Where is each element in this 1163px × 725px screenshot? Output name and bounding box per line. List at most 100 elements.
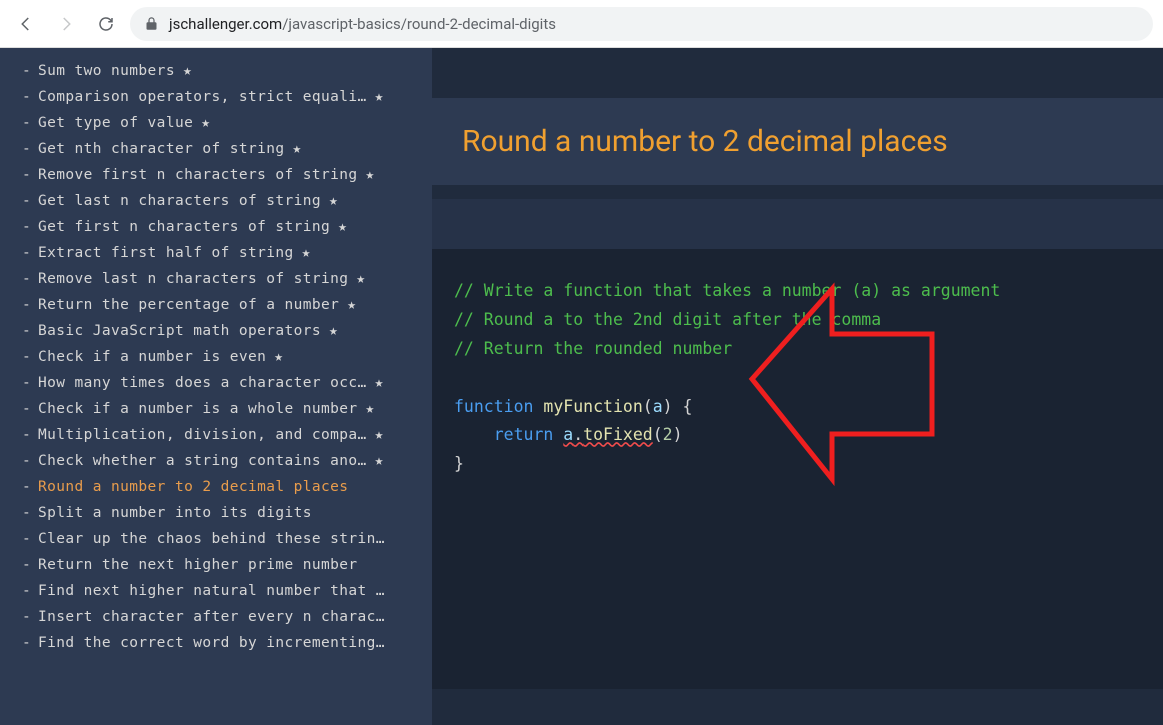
sidebar-item-label: How many times does a character occ…: [38, 375, 367, 391]
sidebar[interactable]: -Sum two numbers★-Comparison operators, …: [0, 48, 432, 725]
sidebar-item[interactable]: -Check whether a string contains ano… ★: [0, 448, 432, 474]
arrow-left-icon: [17, 15, 35, 33]
sidebar-item-label: Clear up the chaos behind these strin…: [38, 531, 385, 547]
sidebar-item[interactable]: -Multiplication, division, and compa… ★: [0, 422, 432, 448]
sidebar-item-label: Remove last n characters of string: [38, 271, 348, 287]
star-icon: ★: [302, 245, 311, 261]
sidebar-item[interactable]: -Remove last n characters of string ★: [0, 266, 432, 292]
reload-button[interactable]: [90, 8, 122, 40]
sidebar-item-label: Multiplication, division, and compa…: [38, 427, 367, 443]
bullet: -: [22, 63, 31, 79]
sidebar-item-label: Check whether a string contains ano…: [38, 453, 367, 469]
sidebar-item-label: Check if a number is a whole number: [38, 401, 358, 417]
star-icon: ★: [366, 401, 375, 417]
star-icon: ★: [201, 115, 210, 131]
code-line-fn-decl: function myFunction(a) {: [454, 393, 1141, 422]
star-icon: ★: [329, 193, 338, 209]
star-icon: ★: [375, 89, 384, 105]
bullet: -: [22, 219, 31, 235]
bullet: -: [22, 167, 31, 183]
sidebar-item[interactable]: -Check if a number is a whole number ★: [0, 396, 432, 422]
bullet: -: [22, 583, 31, 599]
bullet: -: [22, 297, 31, 313]
bullet: -: [22, 427, 31, 443]
code-line-close: }: [454, 450, 1141, 479]
bullet: -: [22, 531, 31, 547]
sidebar-item[interactable]: -Return the next higher prime number: [0, 552, 432, 578]
bullet: -: [22, 141, 31, 157]
sidebar-item[interactable]: -How many times does a character occ… ★: [0, 370, 432, 396]
sidebar-item-label: Comparison operators, strict equali…: [38, 89, 367, 105]
sidebar-item-label: Round a number to 2 decimal places: [38, 479, 348, 495]
sidebar-item-label: Basic JavaScript math operators: [38, 323, 321, 339]
star-icon: ★: [338, 219, 347, 235]
reload-icon: [97, 15, 115, 33]
sidebar-item-label: Get last n characters of string: [38, 193, 321, 209]
star-icon: ★: [293, 141, 302, 157]
bullet: -: [22, 323, 31, 339]
sidebar-item-label: Find next higher natural number that …: [38, 583, 385, 599]
bullet: -: [22, 635, 31, 651]
forward-button[interactable]: [50, 8, 82, 40]
sidebar-item[interactable]: -Split a number into its digits: [0, 500, 432, 526]
sidebar-item[interactable]: -Find next higher natural number that …: [0, 578, 432, 604]
sidebar-item-label: Return the percentage of a number: [38, 297, 339, 313]
sidebar-item-label: Insert character after every n charac…: [38, 609, 385, 625]
sidebar-item-label: Check if a number is even: [38, 349, 266, 365]
sidebar-item-label: Sum two numbers: [38, 63, 175, 79]
sidebar-item[interactable]: -Find the correct word by incrementing…: [0, 630, 432, 656]
code-line-return: return a.toFixed(2): [454, 421, 1141, 450]
sidebar-item-label: Remove first n characters of string: [38, 167, 358, 183]
sidebar-item[interactable]: -Basic JavaScript math operators ★: [0, 318, 432, 344]
sidebar-item[interactable]: -Get type of value★: [0, 110, 432, 136]
bullet: -: [22, 115, 31, 131]
bullet: -: [22, 453, 31, 469]
sidebar-item[interactable]: -Comparison operators, strict equali… ★: [0, 84, 432, 110]
star-icon: ★: [274, 349, 283, 365]
sidebar-item[interactable]: -Check if a number is even ★: [0, 344, 432, 370]
star-icon: ★: [329, 323, 338, 339]
address-bar[interactable]: jschallenger.com/javascript-basics/round…: [130, 7, 1153, 41]
star-icon: ★: [375, 375, 384, 391]
bullet: -: [22, 89, 31, 105]
bullet: -: [22, 375, 31, 391]
bullet: -: [22, 349, 31, 365]
sidebar-item-label: Extract first half of string: [38, 245, 294, 261]
star-icon: ★: [366, 167, 375, 183]
star-icon: ★: [375, 427, 384, 443]
bullet: -: [22, 505, 31, 521]
sidebar-item[interactable]: -Extract first half of string★: [0, 240, 432, 266]
bullet: -: [22, 193, 31, 209]
sidebar-item[interactable]: -Get last n characters of string ★: [0, 188, 432, 214]
bullet: -: [22, 401, 31, 417]
bullet: -: [22, 271, 31, 287]
code-blank-line: [454, 364, 1141, 393]
code-comment: // Write a function that takes a number …: [454, 277, 1141, 306]
star-icon: ★: [183, 63, 192, 79]
page-title: Round a number to 2 decimal places: [462, 124, 1133, 159]
star-icon: ★: [347, 297, 356, 313]
sidebar-item[interactable]: -Return the percentage of a number ★: [0, 292, 432, 318]
sidebar-item[interactable]: -Get first n characters of string★: [0, 214, 432, 240]
sidebar-item-label: Find the correct word by incrementing…: [38, 635, 385, 651]
code-comment: // Round a to the 2nd digit after the co…: [454, 306, 1141, 335]
star-icon: ★: [375, 453, 384, 469]
sidebar-item[interactable]: -Get nth character of string ★: [0, 136, 432, 162]
spacer-band: [432, 199, 1163, 249]
sidebar-item-label: Get nth character of string: [38, 141, 285, 157]
browser-toolbar: jschallenger.com/javascript-basics/round…: [0, 0, 1163, 48]
bullet: -: [22, 609, 31, 625]
back-button[interactable]: [10, 8, 42, 40]
bullet: -: [22, 479, 31, 495]
sidebar-item[interactable]: -Remove first n characters of string ★: [0, 162, 432, 188]
sidebar-item[interactable]: -Insert character after every n charac…: [0, 604, 432, 630]
code-editor[interactable]: // Write a function that takes a number …: [432, 249, 1163, 689]
sidebar-item-label: Return the next higher prime number: [38, 557, 358, 573]
star-icon: ★: [356, 271, 365, 287]
sidebar-item[interactable]: -Round a number to 2 decimal places: [0, 474, 432, 500]
sidebar-item-label: Split a number into its digits: [38, 505, 312, 521]
sidebar-item[interactable]: -Sum two numbers ★: [0, 58, 432, 84]
main-content: Round a number to 2 decimal places // Wr…: [432, 48, 1163, 725]
sidebar-item[interactable]: -Clear up the chaos behind these strin…: [0, 526, 432, 552]
title-band: Round a number to 2 decimal places: [432, 98, 1163, 185]
